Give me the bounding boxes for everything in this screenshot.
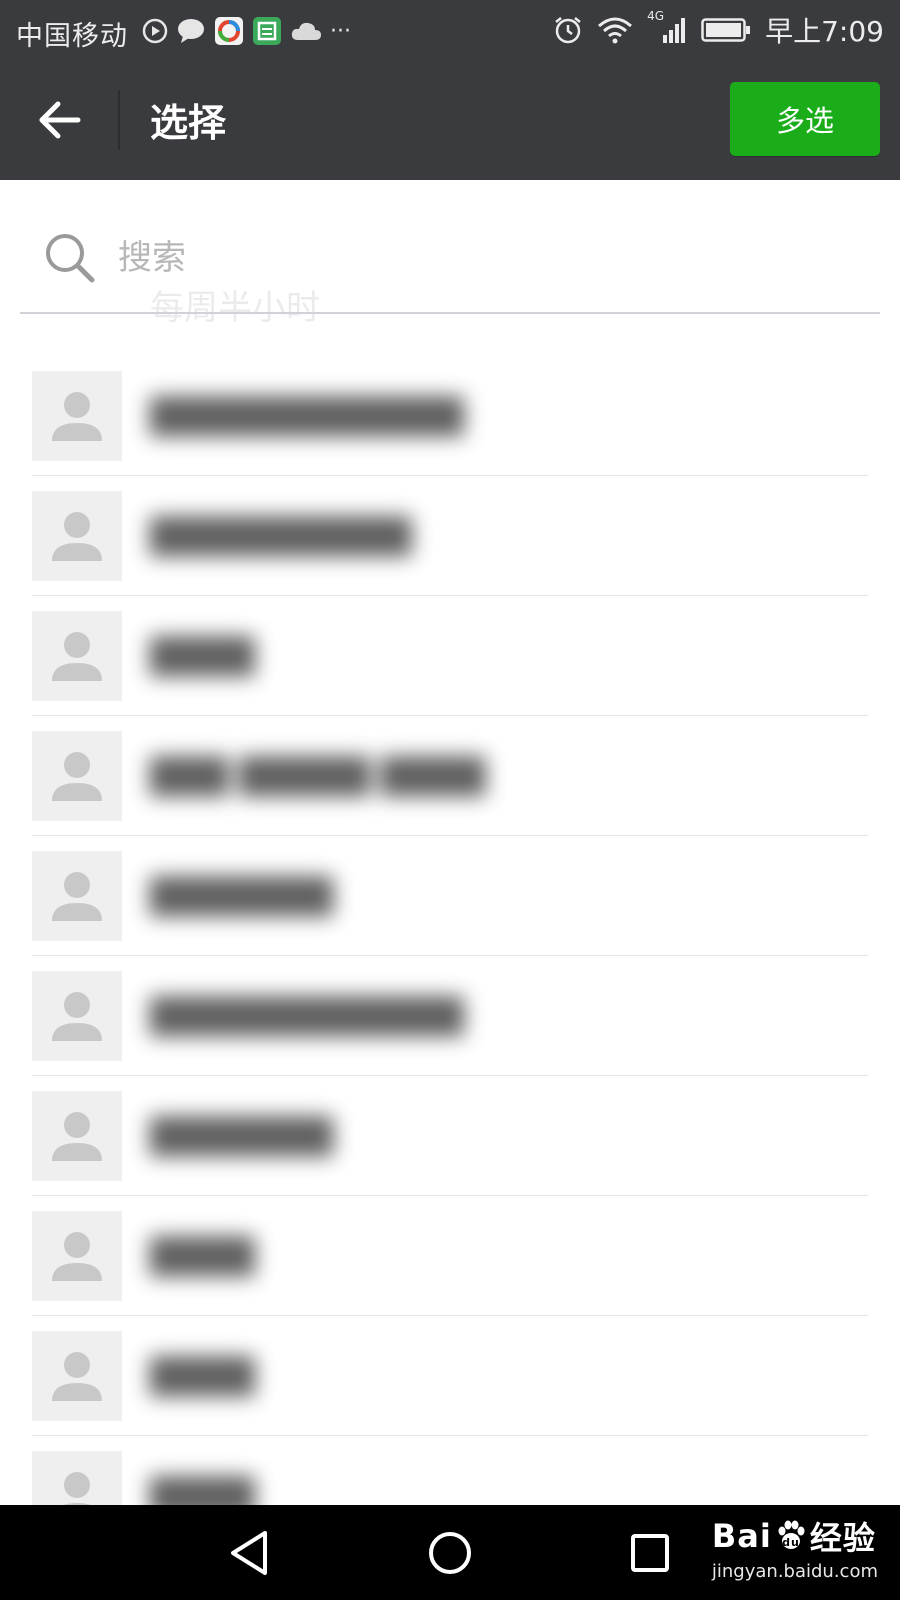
navigation-bar: Bai du 经验 jingyan.baidu.com	[0, 1505, 900, 1600]
nav-recents-button[interactable]	[615, 1523, 685, 1583]
contact-name: ███ █████ ████	[150, 755, 485, 799]
contact-row[interactable]: ████	[32, 1315, 868, 1436]
search-icon	[42, 230, 98, 286]
back-button[interactable]	[28, 88, 92, 152]
circle-home-icon	[425, 1528, 475, 1578]
news-notification-icon	[252, 16, 282, 46]
search-bar: 每周半小时	[0, 180, 900, 335]
avatar	[32, 371, 122, 461]
contact-name-text: ████	[150, 1477, 255, 1505]
avatar	[32, 491, 122, 581]
search-ghost-text: 每周半小时	[150, 288, 320, 328]
contact-row[interactable]: ████	[32, 1195, 868, 1316]
contact-name: ████	[150, 1355, 255, 1399]
multi-select-button[interactable]: 多选	[730, 82, 880, 156]
avatar	[32, 971, 122, 1061]
contact-name: ███████	[150, 1115, 333, 1159]
default-avatar-icon	[32, 851, 122, 941]
default-avatar-icon	[32, 611, 122, 701]
contact-name: ███████	[150, 875, 333, 919]
back-arrow-icon	[38, 100, 82, 140]
contact-row[interactable]: ███ █████ ████	[32, 715, 868, 836]
play-notification-icon	[142, 18, 168, 44]
app-bar: 选择 多选	[0, 60, 900, 180]
contact-name: ██████████	[150, 515, 411, 559]
contact-row[interactable]: ██████████	[32, 475, 868, 596]
search-underline	[20, 312, 880, 314]
avatar	[32, 1091, 122, 1181]
contact-row[interactable]: ████	[32, 1435, 868, 1505]
default-avatar-icon	[32, 1091, 122, 1181]
page-title: 选择	[150, 101, 227, 145]
contact-row[interactable]: ████	[32, 595, 868, 716]
watermark-brand-left: Bai	[711, 1517, 772, 1555]
baidu-jingyan-watermark: Bai du 经验 jingyan.baidu.com	[712, 1513, 878, 1582]
contact-name-text: ████████████	[150, 397, 464, 437]
status-right: 4G 早上7:09	[553, 9, 884, 50]
battery-icon	[701, 17, 751, 43]
avatar	[32, 1211, 122, 1301]
status-bar: 中国移动 ··· 4G 早上7:09	[0, 0, 900, 60]
contact-name: ████████████	[150, 395, 464, 439]
contact-name-text: ████	[150, 1237, 255, 1277]
contact-name-text: ████	[150, 1357, 255, 1397]
contact-row[interactable]: ████████████	[32, 355, 868, 476]
wifi-icon	[597, 15, 633, 45]
avatar	[32, 1451, 122, 1505]
contact-name: ████	[150, 1235, 255, 1279]
screen: 中国移动 ··· 4G 早上7:09 选择 多选 ████████████ ██…	[0, 0, 900, 1600]
network-type-label: 4G	[647, 9, 665, 23]
contact-name-text: ███████	[150, 1117, 334, 1157]
contact-name: ████████████	[150, 995, 464, 1039]
contact-row[interactable]: ████████████	[32, 955, 868, 1076]
nav-back-button[interactable]	[215, 1523, 285, 1583]
default-avatar-icon	[32, 371, 122, 461]
contact-name-text: ████	[150, 637, 255, 677]
avatar	[32, 851, 122, 941]
status-time: 早上7:09	[765, 15, 884, 48]
chat-notification-icon	[176, 18, 206, 44]
signal-icon: 4G	[647, 9, 687, 45]
notification-icons: ···	[142, 14, 351, 48]
avatar	[32, 611, 122, 701]
app-notification-icon	[214, 16, 244, 46]
contact-name-text: ███████	[150, 877, 334, 917]
default-avatar-icon	[32, 491, 122, 581]
watermark-brand-right: 经验	[809, 1519, 876, 1557]
avatar	[32, 731, 122, 821]
appbar-divider	[118, 90, 120, 150]
contact-row[interactable]: ███████	[32, 1075, 868, 1196]
square-recents-icon	[627, 1530, 673, 1576]
default-avatar-icon	[32, 971, 122, 1061]
svg-text:du: du	[782, 1536, 800, 1549]
triangle-back-icon	[227, 1528, 273, 1578]
default-avatar-icon	[32, 1331, 122, 1421]
contact-name: ████	[150, 635, 255, 679]
default-avatar-icon	[32, 1211, 122, 1301]
contact-name-text: ████████████	[150, 997, 464, 1037]
default-avatar-icon	[32, 1451, 122, 1505]
contact-name: ████	[150, 1475, 255, 1505]
contact-name-text: ███ █████ ████	[150, 757, 486, 797]
avatar	[32, 1331, 122, 1421]
watermark-url: jingyan.baidu.com	[711, 1561, 878, 1582]
more-notifications-indicator: ···	[330, 18, 351, 44]
paw-logo-icon: du	[774, 1519, 808, 1553]
contact-list[interactable]: ████████████ ██████████ ████ ███ █████ ████…	[0, 180, 900, 1505]
search-input[interactable]	[118, 230, 818, 286]
nav-home-button[interactable]	[415, 1523, 485, 1583]
carrier-label: 中国移动	[16, 21, 128, 52]
contact-row[interactable]: ███████	[32, 835, 868, 956]
cloud-notification-icon	[290, 19, 322, 43]
default-avatar-icon	[32, 731, 122, 821]
contact-name-text: ██████████	[150, 517, 412, 557]
alarm-icon	[553, 15, 583, 45]
